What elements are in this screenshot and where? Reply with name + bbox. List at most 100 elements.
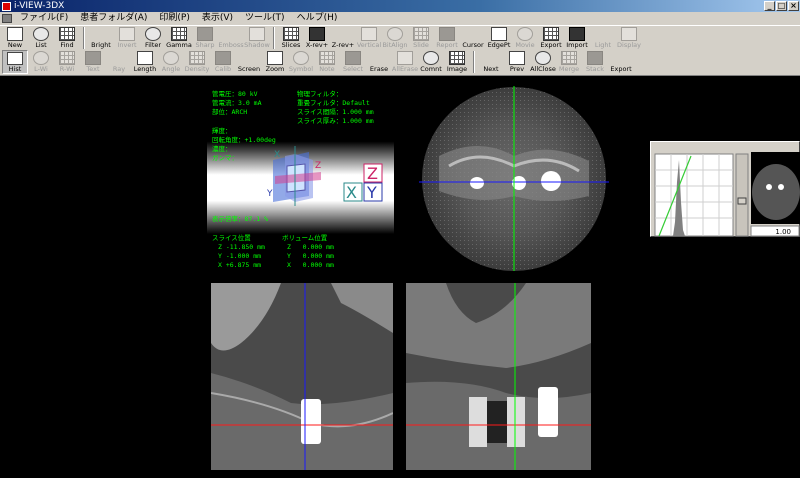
allerase-button: AllErase	[392, 50, 418, 74]
display-icon	[621, 27, 637, 41]
allclose-button[interactable]: AllClose	[530, 50, 556, 74]
toolbar-button-label: Emboss	[218, 41, 244, 49]
ray-icon	[111, 51, 127, 65]
report-icon	[439, 27, 455, 41]
edgept-button[interactable]: EdgePt	[486, 26, 512, 50]
window-title: i-VIEW-3DX	[14, 1, 65, 11]
menu-help[interactable]: ヘルプ(H)	[291, 12, 344, 25]
image-viewport[interactable]	[0, 76, 800, 478]
comnt-button[interactable]: Comnt	[418, 50, 444, 74]
filter-button[interactable]: Filter	[140, 26, 166, 50]
allerase-icon	[397, 51, 413, 65]
zoom-icon	[267, 51, 283, 65]
toolbar-button-label: L-Wi	[34, 65, 48, 73]
legend-x-label: X	[346, 183, 357, 202]
toolbar-button-label: EdgePt	[487, 41, 511, 49]
edgept-icon	[491, 27, 507, 41]
length-button[interactable]: Length	[132, 50, 158, 74]
slice-interval-text: スライス間隔：1.000 mm	[297, 108, 374, 116]
slice-x-value: X +6.875 mm	[218, 261, 262, 269]
list-icon	[33, 27, 49, 41]
volume-z-value: Z 0.000 mm	[287, 243, 334, 251]
histogram-graph[interactable]: 1.00	[651, 142, 800, 238]
rotation-text: 回転角度：+1.00deg	[212, 136, 276, 144]
toolbar-button-label: Note	[319, 65, 335, 73]
sagittal-ct-slice[interactable]	[406, 283, 591, 470]
cursor-button[interactable]: Cursor	[460, 26, 486, 50]
menu-print[interactable]: 印刷(P)	[153, 12, 195, 25]
slice-position-label: スライス位置	[212, 234, 251, 242]
toolbar-button-label: Stack	[586, 65, 604, 73]
invert-button: Invert	[114, 26, 140, 50]
next-button[interactable]: Next	[478, 50, 504, 74]
toolbar-button-label: Screen	[237, 65, 261, 73]
gamma-button[interactable]: Gamma	[166, 26, 192, 50]
menu-tools[interactable]: ツール(T)	[239, 12, 291, 25]
menu-patient-folder[interactable]: 患者フォルダ(A)	[74, 12, 153, 25]
z-rev-icon	[335, 27, 351, 41]
coronal-ct-slice[interactable]	[211, 283, 393, 470]
legend-y-label: Y	[366, 183, 377, 202]
gamma-text: ガンマ：	[212, 154, 238, 162]
slices-button[interactable]: Slices	[278, 26, 304, 50]
new-icon	[7, 27, 23, 41]
toolbar-button-label: Zoom	[265, 65, 285, 73]
toolbar-button-label: Ray	[112, 65, 126, 73]
hist-button[interactable]: Hist	[2, 50, 28, 74]
export-button[interactable]: Export	[538, 26, 564, 50]
find-button[interactable]: Find	[54, 26, 80, 50]
toolbar-separator	[83, 27, 85, 49]
axial-ct-slice[interactable]	[419, 86, 609, 271]
toolbar-button-label: Light	[594, 41, 612, 49]
toolbar-button-label: AllClose	[530, 65, 556, 73]
document-icon[interactable]	[2, 14, 12, 23]
toolbar-button-label: Export	[540, 41, 562, 49]
list-button[interactable]: List	[28, 26, 54, 50]
screen-button[interactable]: Screen	[236, 50, 262, 74]
bitalign-button: BitAlign	[382, 26, 408, 50]
maximize-button[interactable]: □	[776, 1, 787, 11]
hist-icon	[7, 52, 23, 65]
toolbar-button-label: Merge	[558, 65, 580, 73]
histogram-window[interactable]: 1.00	[650, 141, 800, 237]
prev-button[interactable]: Prev	[504, 50, 530, 74]
light-icon	[595, 27, 611, 41]
toolbar-button-label: Import	[566, 41, 588, 49]
allclose-icon	[535, 51, 551, 65]
legend-z-label: Z	[367, 164, 378, 183]
erase-button[interactable]: Erase	[366, 50, 392, 74]
toolbar-button-label: Text	[86, 65, 100, 73]
r-wi-button: R-Wi	[54, 50, 80, 74]
export-icon	[543, 27, 559, 41]
stack-button: Stack	[582, 50, 608, 74]
light-button: Light	[590, 26, 616, 50]
rwi-icon	[59, 51, 75, 65]
toolbar-button-label: Symbol	[288, 65, 314, 73]
export2-icon	[613, 51, 629, 65]
import-button[interactable]: Import	[564, 26, 590, 50]
slice-thickness-text: スライス厚み：1.000 mm	[297, 117, 374, 125]
menu-file[interactable]: ファイル(F)	[14, 12, 74, 25]
gamma-icon	[171, 27, 187, 41]
x-rev-icon	[309, 27, 325, 41]
image-button[interactable]: Image	[444, 50, 470, 74]
toolbar-button-label: Display	[617, 41, 641, 49]
z-rev--button[interactable]: Z-rev+	[330, 26, 356, 50]
bright-button[interactable]: Bright	[88, 26, 114, 50]
x-rev--button[interactable]: X-rev+	[304, 26, 330, 50]
lwi-icon	[33, 51, 49, 65]
export-button[interactable]: Export	[608, 50, 634, 74]
new-button[interactable]: New	[2, 26, 28, 50]
length-icon	[137, 51, 153, 65]
cube-axis-z-label: Z	[315, 161, 321, 171]
toolbar-button-label: Angle	[161, 65, 181, 73]
minimize-button[interactable]: _	[764, 1, 775, 11]
prev-icon	[509, 51, 525, 65]
menu-view[interactable]: 表示(V)	[196, 12, 239, 25]
close-button[interactable]: ×	[788, 1, 799, 11]
zoom-button[interactable]: Zoom	[262, 50, 288, 74]
slices-icon	[283, 27, 299, 41]
toolbar-button-label: Erase	[369, 65, 389, 73]
report-button: Report	[434, 26, 460, 50]
density-button: Density	[184, 50, 210, 74]
